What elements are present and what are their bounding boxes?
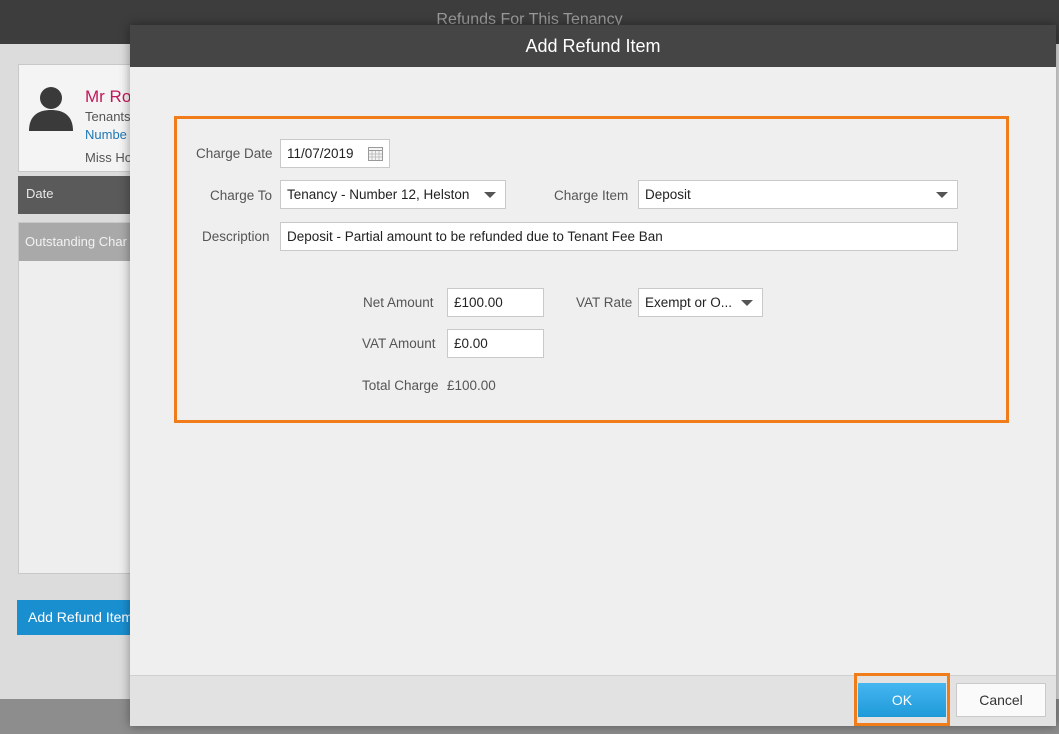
add-refund-item-dialog: Add Refund Item Charge Date 11/07/2019 C… [130, 25, 1056, 726]
vat-amount-input[interactable]: £0.00 [447, 329, 544, 358]
net-amount-value: £100.00 [454, 295, 503, 310]
vat-rate-select[interactable]: Exempt or O... [638, 288, 763, 317]
charge-item-label: Charge Item [554, 188, 629, 203]
vat-amount-value: £0.00 [454, 336, 488, 351]
chevron-down-icon [484, 192, 496, 198]
chevron-down-icon [936, 192, 948, 198]
dialog-title: Add Refund Item [525, 36, 661, 56]
total-charge-label: Total Charge [362, 378, 439, 393]
vat-rate-value: Exempt or O... [645, 295, 733, 310]
contact-role: Tenants [85, 109, 130, 124]
cancel-button[interactable]: Cancel [956, 683, 1046, 717]
net-amount-label: Net Amount [363, 295, 434, 310]
vat-amount-label: VAT Amount [362, 336, 436, 351]
background-visible-region: Mr Ro Tenants Numbe Miss Ho Date Outstan… [0, 0, 130, 734]
chevron-down-icon [741, 300, 753, 306]
total-charge-value: £100.00 [447, 378, 496, 393]
contact-secondary-name: Miss Ho [85, 150, 130, 165]
charge-item-value: Deposit [645, 187, 691, 202]
charge-item-select[interactable]: Deposit [638, 180, 958, 209]
outstanding-charges-header[interactable]: Outstanding Char [19, 223, 130, 261]
net-amount-input[interactable]: £100.00 [447, 288, 544, 317]
charge-to-value: Tenancy - Number 12, Helston [287, 187, 470, 202]
dialog-content: Charge Date 11/07/2019 Charge To Tenancy… [130, 67, 1056, 675]
contact-address-link[interactable]: Numbe [85, 127, 127, 142]
date-column-header[interactable]: Date [18, 176, 130, 214]
charge-to-label: Charge To [210, 188, 273, 203]
dialog-header: Add Refund Item [130, 25, 1056, 67]
description-value: Deposit - Partial amount to be refunded … [287, 229, 663, 244]
charge-to-select[interactable]: Tenancy - Number 12, Helston [280, 180, 506, 209]
description-input[interactable]: Deposit - Partial amount to be refunded … [280, 222, 958, 251]
vat-rate-label: VAT Rate [576, 295, 633, 310]
charge-date-value: 11/07/2019 [287, 146, 354, 161]
contact-name: Mr Ro [85, 87, 130, 106]
charge-date-field[interactable]: 11/07/2019 [280, 139, 390, 168]
charges-list: Outstanding Char [18, 222, 130, 574]
person-avatar-icon [29, 87, 73, 131]
calendar-icon[interactable] [368, 147, 383, 161]
add-refund-item-button[interactable]: Add Refund Item [17, 600, 130, 635]
charge-date-label: Charge Date [196, 146, 273, 161]
contact-card: Mr Ro Tenants Numbe Miss Ho [18, 64, 130, 172]
description-label: Description [202, 229, 270, 244]
ok-button[interactable]: OK [858, 683, 946, 717]
